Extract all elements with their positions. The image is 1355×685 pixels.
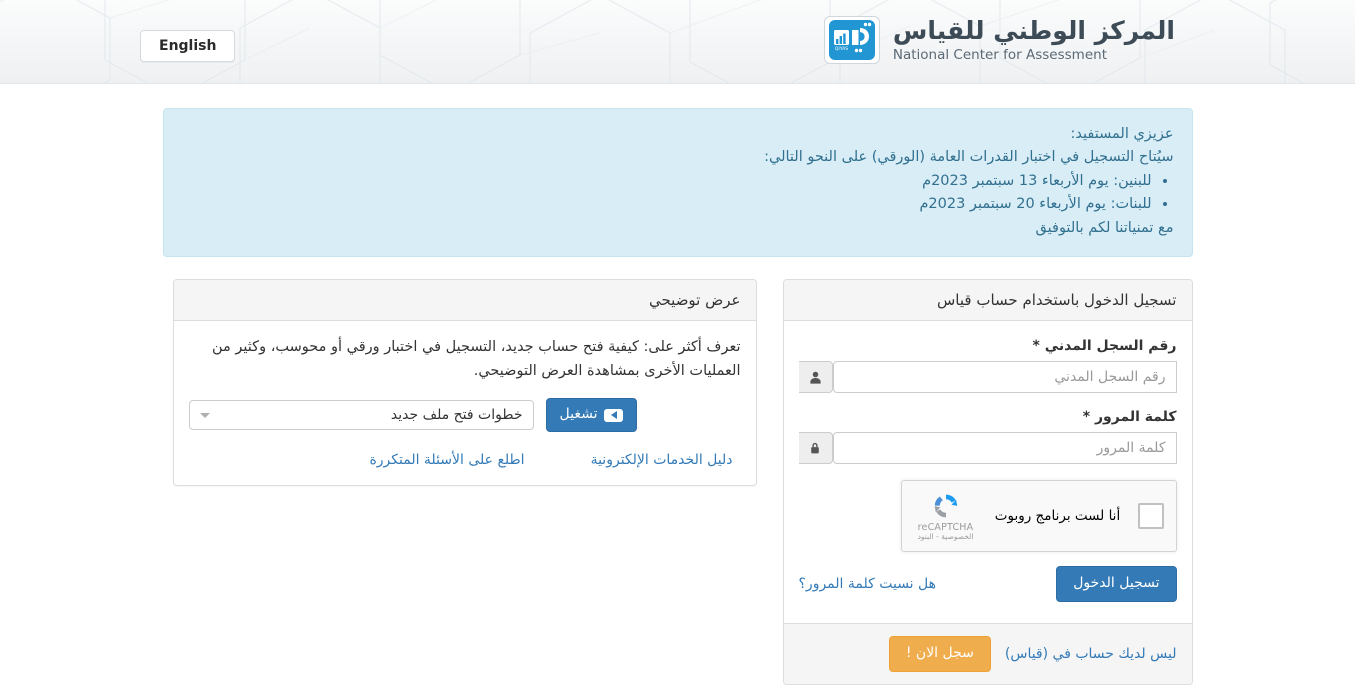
password-input[interactable] xyxy=(832,432,1177,465)
demo-video-select-value: خطوات فتح ملف جديد xyxy=(390,407,523,424)
recaptcha-brand-name: reCAPTCHA xyxy=(917,521,974,533)
announcement-banner: عزيزي المستفيد: سيُتاح التسجيل في اختبار… xyxy=(162,108,1193,258)
recaptcha-label: أنا لست برنامج روبوت xyxy=(994,508,1121,525)
page-container: عزيزي المستفيد: سيُتاح التسجيل في اختبار… xyxy=(162,84,1193,685)
announcement-list: للبنين: يوم الأربعاء 13 سبتمبر 2023م للب… xyxy=(182,170,1174,217)
language-toggle-button[interactable]: English xyxy=(140,30,236,62)
brand-name-english: National Center for Assessment xyxy=(892,46,1107,63)
civil-id-label: رقم السجل المدني * xyxy=(1032,338,1177,355)
announcement-closing: مع تمنياتنا لكم بالتوفيق xyxy=(1035,219,1174,236)
recaptcha-widget[interactable]: أنا لست برنامج روبوت reCAPTCHA الخصوصية … xyxy=(900,480,1177,553)
play-demo-label: تشغيل xyxy=(559,406,598,423)
faq-link[interactable]: اطلع على الأسئلة المتكررة xyxy=(369,452,524,468)
brand-logo-group: المركز الوطني للقياس National Center for… xyxy=(823,16,1175,64)
password-input-group xyxy=(798,432,1177,465)
recaptcha-checkbox[interactable] xyxy=(1137,503,1164,530)
login-submit-button[interactable]: تسجيل الدخول xyxy=(1056,566,1177,603)
recaptcha-icon xyxy=(934,494,957,518)
header-inner: English المركز الوطني للقياس National Ce… xyxy=(0,0,1355,83)
login-panel-title: تسجيل الدخول باستخدام حساب قياس xyxy=(783,280,1192,322)
announcement-greeting: عزيزي المستفيد: xyxy=(1070,126,1174,142)
demo-panel-title: عرض توضيحي xyxy=(173,280,756,322)
qiyas-logo-svg: QIYAS xyxy=(828,20,875,60)
chevron-down-icon xyxy=(199,412,210,418)
no-account-text: ليس لديك حساب في (قياس) xyxy=(1004,645,1177,662)
play-demo-button[interactable]: تشغيل xyxy=(545,398,638,432)
password-label: كلمة المرور * xyxy=(1082,409,1177,426)
content-row: تسجيل الدخول باستخدام حساب قياس رقم السج… xyxy=(163,279,1193,685)
demo-links-row: دليل الخدمات الإلكترونية اطلع على الأسئل… xyxy=(189,438,741,470)
login-column: تسجيل الدخول باستخدام حساب قياس رقم السج… xyxy=(782,279,1193,685)
login-panel: تسجيل الدخول باستخدام حساب قياس رقم السج… xyxy=(782,279,1193,685)
forgot-password-link[interactable]: هل نسيت كلمة المرور؟ xyxy=(799,576,937,592)
recaptcha-branding: reCAPTCHA الخصوصية - البنود xyxy=(914,492,978,541)
user-icon xyxy=(798,361,833,394)
list-item: للبنين: يوم الأربعاء 13 سبتمبر 2023م xyxy=(182,170,1151,193)
electronic-services-guide-link[interactable]: دليل الخدمات الإلكترونية xyxy=(591,452,733,468)
page-header: English المركز الوطني للقياس National Ce… xyxy=(0,0,1355,84)
login-panel-body: رقم السجل المدني * كلمة المرور * xyxy=(784,321,1192,623)
demo-column: عرض توضيحي تعرف أكثر على: كيفية فتح حساب… xyxy=(172,279,757,486)
civil-id-input-group xyxy=(798,361,1177,394)
announcement-intro: سيُتاح التسجيل في اختبار القدرات العامة … xyxy=(764,149,1174,166)
civil-id-input[interactable] xyxy=(832,361,1177,394)
login-panel-footer: ليس لديك حساب في (قياس) سجل الان ! xyxy=(783,623,1192,684)
qiyas-logo-icon: QIYAS xyxy=(823,16,880,64)
brand-name-arabic: المركز الوطني للقياس xyxy=(892,16,1175,46)
brand-text: المركز الوطني للقياس National Center for… xyxy=(893,17,1175,62)
demo-description: تعرف أكثر على: كيفية فتح حساب جديد، التس… xyxy=(212,339,741,380)
demo-panel: عرض توضيحي تعرف أكثر على: كيفية فتح حساب… xyxy=(172,279,757,486)
svg-text:QIYAS: QIYAS xyxy=(835,46,849,52)
demo-controls-row: خطوات فتح ملف جديد تشغيل xyxy=(188,398,741,432)
youtube-play-icon xyxy=(604,408,624,422)
demo-panel-body: تعرف أكثر على: كيفية فتح حساب جديد، التس… xyxy=(174,321,756,484)
list-item: للبنات: يوم الأربعاء 20 سبتمبر 2023م xyxy=(182,193,1151,216)
register-now-button[interactable]: سجل الان ! xyxy=(888,636,991,672)
login-actions-row: هل نسيت كلمة المرور؟ تسجيل الدخول xyxy=(799,566,1177,608)
recaptcha-terms[interactable]: الخصوصية - البنود xyxy=(914,533,978,541)
lock-icon xyxy=(798,432,833,465)
recaptcha-wrapper: أنا لست برنامج روبوت reCAPTCHA الخصوصية … xyxy=(799,480,1177,553)
demo-video-select[interactable]: خطوات فتح ملف جديد xyxy=(188,400,534,431)
